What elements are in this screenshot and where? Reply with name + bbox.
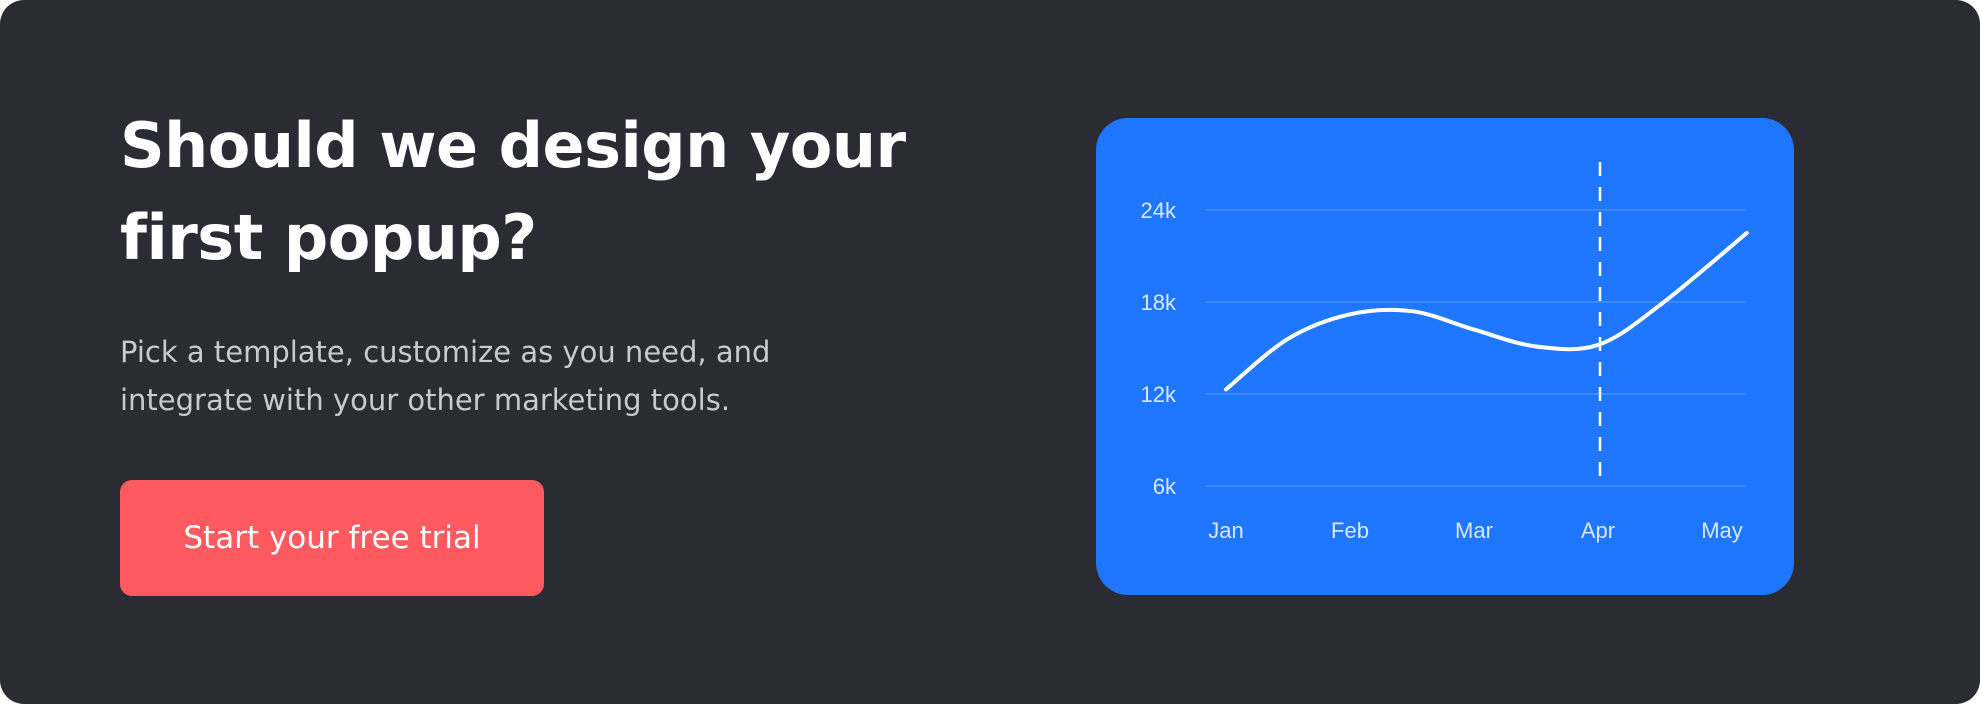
series-line [1224,231,1749,392]
hero-subtext: Pick a template, customize as you need, … [120,328,880,424]
x-tick-label: Mar [1455,518,1493,543]
promo-banner: Should we design your first popup? Pick … [0,0,1980,704]
y-tick-label: 18k [1141,290,1177,315]
x-tick-label: Jan [1208,518,1243,543]
subtext-line-1: Pick a template, customize as you need, … [120,335,771,369]
headline-line-1: Should we design your [120,109,906,182]
hero-text: Should we design your first popup? Pick … [120,100,920,424]
line-chart: 6k 12k 18k 24k Jan Feb Mar Apr May [1141,162,1749,543]
y-tick-label: 6k [1153,474,1177,499]
start-free-trial-button[interactable]: Start your free trial [120,480,544,596]
y-tick-label: 24k [1141,198,1177,223]
x-tick-label: Feb [1331,518,1369,543]
x-tick-label: May [1701,518,1743,543]
headline-line-2: first popup? [120,201,537,274]
page-title: Should we design your first popup? [120,100,920,284]
cta-label: Start your free trial [183,520,481,556]
chart-card: 6k 12k 18k 24k Jan Feb Mar Apr May [1096,118,1794,595]
y-tick-label: 12k [1141,382,1177,407]
x-tick-label: Apr [1581,518,1615,543]
subtext-line-2: integrate with your other marketing tool… [120,383,731,417]
